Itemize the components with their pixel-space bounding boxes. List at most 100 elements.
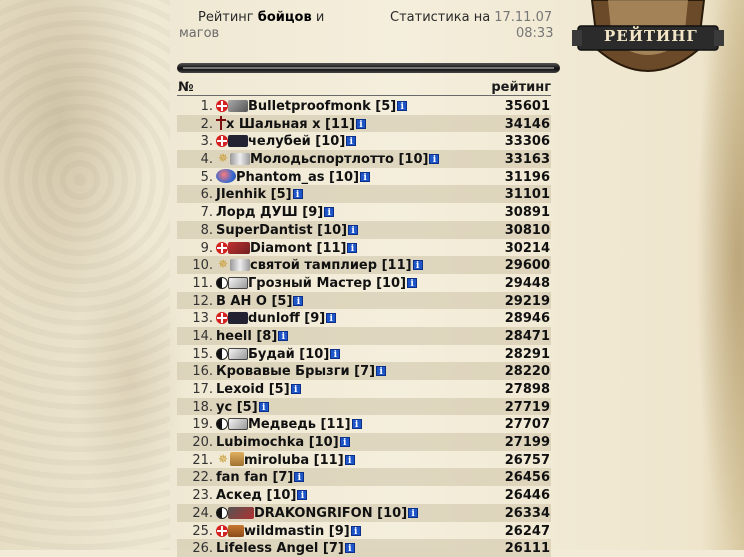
info-icon[interactable]: i bbox=[351, 419, 362, 430]
player-name-link[interactable]: Медведь bbox=[248, 417, 316, 432]
player-level: [11] bbox=[313, 452, 344, 468]
yin-yang-icon[interactable] bbox=[216, 506, 228, 519]
player-name-link[interactable]: В АН О bbox=[216, 294, 267, 309]
info-icon[interactable]: i bbox=[429, 154, 440, 165]
row-score: 29448 bbox=[504, 275, 550, 291]
table-row: 26. Lifeless Angel [7] i 26111 bbox=[177, 539, 551, 557]
info-icon[interactable]: i bbox=[292, 189, 303, 200]
info-icon[interactable]: i bbox=[294, 472, 305, 483]
row-score: 30891 bbox=[504, 205, 550, 221]
row-score: 26456 bbox=[504, 470, 550, 486]
player-name-link[interactable]: Lifeless Angel bbox=[216, 541, 318, 556]
player-name-link[interactable]: челубей bbox=[248, 134, 311, 149]
player-name-link[interactable]: DRAKONGRIFON bbox=[254, 506, 373, 521]
player-name-link[interactable]: fan fan bbox=[216, 470, 268, 485]
player-name-link[interactable]: Кровавые Брызги bbox=[216, 364, 350, 379]
info-icon[interactable]: i bbox=[297, 490, 308, 501]
player-level: [9] bbox=[328, 523, 350, 539]
info-icon[interactable]: i bbox=[407, 277, 418, 289]
yin-yang-icon[interactable] bbox=[216, 347, 228, 360]
row-rank: 3. bbox=[200, 134, 213, 150]
yin-yang-icon[interactable] bbox=[216, 276, 228, 289]
info-icon[interactable]: i bbox=[397, 101, 408, 112]
row-score: 33163 bbox=[504, 152, 550, 168]
row-score: 26247 bbox=[504, 523, 550, 539]
hands-emblem-icon[interactable] bbox=[228, 347, 248, 360]
table-row: 12. В АН О [5] i 29219 bbox=[177, 291, 551, 310]
info-icon[interactable]: i bbox=[278, 330, 289, 342]
player-name-link[interactable]: yc bbox=[216, 400, 232, 415]
player-name-link[interactable]: Лорд ДУШ bbox=[216, 205, 298, 220]
axe-emblem-icon[interactable] bbox=[228, 241, 250, 254]
stats-timestamp: Статистика на 17.11.07 bbox=[390, 10, 552, 25]
row-rank: 16. bbox=[192, 364, 213, 380]
player-name-link[interactable]: Будай bbox=[248, 347, 295, 362]
light-star-icon[interactable]: ✵ bbox=[216, 453, 230, 466]
player-level: [11] bbox=[325, 116, 356, 132]
player-name-link[interactable]: Грозный Мастер bbox=[248, 276, 372, 291]
player-name-link[interactable]: dunloff bbox=[248, 311, 300, 326]
mask-emblem-icon[interactable] bbox=[228, 312, 248, 325]
hands-emblem-icon[interactable] bbox=[228, 418, 248, 431]
dark-cross-icon[interactable] bbox=[216, 115, 226, 130]
player-name-link[interactable]: JIenhik bbox=[216, 187, 266, 202]
temple-emblem-icon[interactable] bbox=[230, 451, 244, 466]
claw-emblem-icon[interactable] bbox=[228, 100, 248, 112]
info-icon[interactable]: i bbox=[339, 437, 350, 448]
dragon-emblem-icon[interactable] bbox=[228, 506, 254, 519]
info-icon[interactable]: i bbox=[347, 242, 358, 254]
info-icon[interactable]: i bbox=[412, 260, 423, 271]
info-icon[interactable]: i bbox=[376, 366, 387, 377]
info-icon[interactable]: i bbox=[360, 171, 371, 183]
player-name-link[interactable]: Diamont bbox=[250, 241, 312, 256]
wing-emblem-icon[interactable] bbox=[230, 153, 250, 166]
phantom-avatar-icon[interactable] bbox=[216, 168, 236, 183]
red-cross-clan-icon[interactable] bbox=[216, 312, 228, 325]
info-icon[interactable]: i bbox=[324, 207, 335, 218]
mask-emblem-icon[interactable] bbox=[228, 135, 248, 148]
player-name-link[interactable]: Lubimochka bbox=[216, 435, 304, 450]
red-cross-clan-icon[interactable] bbox=[216, 241, 228, 254]
red-cross-clan-icon[interactable] bbox=[216, 524, 228, 537]
info-icon[interactable]: i bbox=[344, 543, 355, 554]
row-score: 35601 bbox=[504, 99, 550, 114]
red-cross-clan-icon[interactable] bbox=[216, 135, 228, 148]
table-row: 7. Лорд ДУШ [9] i 30891 bbox=[177, 203, 551, 221]
player-name-link[interactable]: wildmastin bbox=[244, 524, 324, 539]
info-icon[interactable]: i bbox=[326, 313, 337, 324]
info-icon[interactable]: i bbox=[293, 295, 304, 307]
player-name-link[interactable]: x Шальная x bbox=[226, 117, 321, 132]
yin-yang-icon[interactable] bbox=[216, 418, 228, 431]
info-icon[interactable]: i bbox=[346, 136, 357, 147]
info-icon[interactable]: i bbox=[350, 525, 361, 537]
player-name-link[interactable]: святой тамплиер bbox=[250, 258, 377, 273]
player-name-link[interactable]: Lexoid bbox=[216, 382, 264, 397]
info-icon[interactable]: i bbox=[258, 401, 269, 413]
light-star-icon[interactable]: ✵ bbox=[216, 258, 230, 271]
row-score: 34146 bbox=[504, 116, 550, 132]
row-score: 26334 bbox=[504, 505, 550, 521]
player-name-link[interactable]: Аскед bbox=[216, 488, 262, 503]
wing-emblem-icon[interactable] bbox=[230, 259, 250, 272]
info-icon[interactable]: i bbox=[348, 224, 359, 236]
player-name-link[interactable]: Молодьспортлотто bbox=[250, 152, 394, 167]
player-name-link[interactable]: Phantom_as bbox=[236, 170, 325, 185]
chest-emblem-icon[interactable] bbox=[228, 524, 244, 537]
light-star-icon[interactable]: ✵ bbox=[216, 152, 230, 165]
page-title: Рейтинг бойцов и bbox=[198, 10, 324, 25]
red-cross-clan-icon[interactable] bbox=[216, 100, 228, 112]
hands-emblem-icon[interactable] bbox=[228, 276, 248, 289]
player-level: [10] bbox=[308, 435, 339, 451]
player-name-link[interactable]: Bulletproofmonk bbox=[248, 99, 371, 114]
player-cell: wildmastin [9] i bbox=[216, 524, 361, 539]
player-name-link[interactable]: heell bbox=[216, 329, 252, 344]
info-icon[interactable]: i bbox=[344, 454, 355, 466]
info-icon[interactable]: i bbox=[356, 118, 367, 130]
player-name-link[interactable]: miroluba bbox=[244, 453, 309, 468]
info-icon[interactable]: i bbox=[290, 384, 301, 395]
player-cell: Diamont [11] i bbox=[216, 241, 358, 256]
player-name-link[interactable]: SuperDantist bbox=[216, 223, 313, 238]
row-score: 29219 bbox=[504, 293, 550, 309]
info-icon[interactable]: i bbox=[408, 507, 419, 519]
info-icon[interactable]: i bbox=[330, 348, 341, 360]
